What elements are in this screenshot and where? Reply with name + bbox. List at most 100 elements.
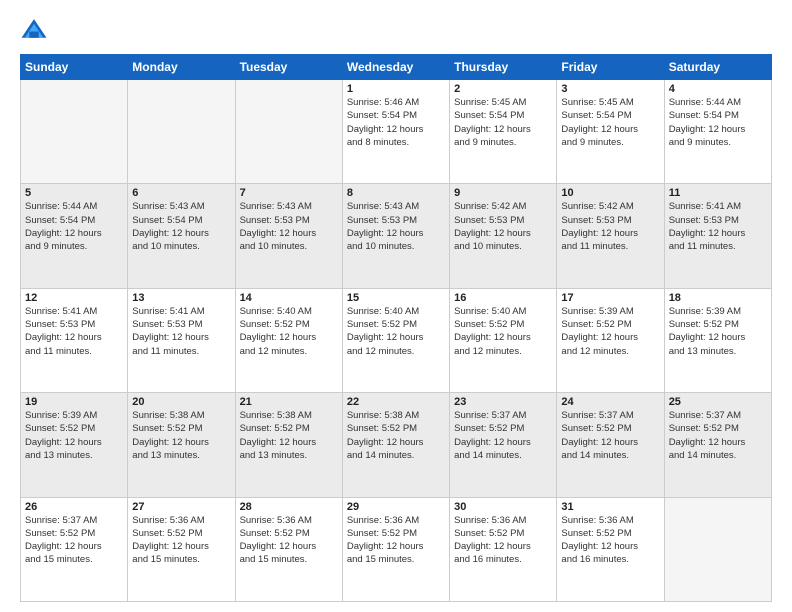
day-cell: 31Sunrise: 5:36 AMSunset: 5:52 PMDayligh… <box>557 497 664 601</box>
day-cell: 21Sunrise: 5:38 AMSunset: 5:52 PMDayligh… <box>235 393 342 497</box>
day-cell: 1Sunrise: 5:46 AMSunset: 5:54 PMDaylight… <box>342 80 449 184</box>
day-cell: 18Sunrise: 5:39 AMSunset: 5:52 PMDayligh… <box>664 288 771 392</box>
day-info: Sunrise: 5:38 AMSunset: 5:52 PMDaylight:… <box>240 409 338 462</box>
day-number: 10 <box>561 187 659 199</box>
day-number: 25 <box>669 396 767 408</box>
day-info: Sunrise: 5:45 AMSunset: 5:54 PMDaylight:… <box>561 96 659 149</box>
day-number: 8 <box>347 187 445 199</box>
day-number: 20 <box>132 396 230 408</box>
day-cell: 24Sunrise: 5:37 AMSunset: 5:52 PMDayligh… <box>557 393 664 497</box>
weekday-header-friday: Friday <box>557 55 664 80</box>
day-cell: 27Sunrise: 5:36 AMSunset: 5:52 PMDayligh… <box>128 497 235 601</box>
day-cell: 12Sunrise: 5:41 AMSunset: 5:53 PMDayligh… <box>21 288 128 392</box>
day-cell: 28Sunrise: 5:36 AMSunset: 5:52 PMDayligh… <box>235 497 342 601</box>
day-cell: 20Sunrise: 5:38 AMSunset: 5:52 PMDayligh… <box>128 393 235 497</box>
day-cell: 8Sunrise: 5:43 AMSunset: 5:53 PMDaylight… <box>342 184 449 288</box>
day-info: Sunrise: 5:36 AMSunset: 5:52 PMDaylight:… <box>347 514 445 567</box>
day-info: Sunrise: 5:42 AMSunset: 5:53 PMDaylight:… <box>454 200 552 253</box>
day-cell: 29Sunrise: 5:36 AMSunset: 5:52 PMDayligh… <box>342 497 449 601</box>
page: SundayMondayTuesdayWednesdayThursdayFrid… <box>0 0 792 612</box>
day-info: Sunrise: 5:41 AMSunset: 5:53 PMDaylight:… <box>25 305 123 358</box>
day-info: Sunrise: 5:36 AMSunset: 5:52 PMDaylight:… <box>132 514 230 567</box>
day-info: Sunrise: 5:38 AMSunset: 5:52 PMDaylight:… <box>132 409 230 462</box>
day-info: Sunrise: 5:37 AMSunset: 5:52 PMDaylight:… <box>454 409 552 462</box>
weekday-header-monday: Monday <box>128 55 235 80</box>
day-number: 24 <box>561 396 659 408</box>
day-info: Sunrise: 5:40 AMSunset: 5:52 PMDaylight:… <box>347 305 445 358</box>
day-cell <box>21 80 128 184</box>
day-number: 28 <box>240 501 338 513</box>
day-cell: 16Sunrise: 5:40 AMSunset: 5:52 PMDayligh… <box>450 288 557 392</box>
weekday-header-tuesday: Tuesday <box>235 55 342 80</box>
day-info: Sunrise: 5:36 AMSunset: 5:52 PMDaylight:… <box>240 514 338 567</box>
day-cell <box>235 80 342 184</box>
day-info: Sunrise: 5:41 AMSunset: 5:53 PMDaylight:… <box>669 200 767 253</box>
day-cell: 9Sunrise: 5:42 AMSunset: 5:53 PMDaylight… <box>450 184 557 288</box>
week-row-1: 1Sunrise: 5:46 AMSunset: 5:54 PMDaylight… <box>21 80 772 184</box>
day-cell: 6Sunrise: 5:43 AMSunset: 5:54 PMDaylight… <box>128 184 235 288</box>
weekday-header-thursday: Thursday <box>450 55 557 80</box>
day-number: 2 <box>454 83 552 95</box>
day-info: Sunrise: 5:42 AMSunset: 5:53 PMDaylight:… <box>561 200 659 253</box>
day-number: 18 <box>669 292 767 304</box>
day-number: 6 <box>132 187 230 199</box>
day-info: Sunrise: 5:44 AMSunset: 5:54 PMDaylight:… <box>25 200 123 253</box>
day-number: 17 <box>561 292 659 304</box>
day-number: 26 <box>25 501 123 513</box>
logo <box>20 16 52 44</box>
day-number: 5 <box>25 187 123 199</box>
day-cell: 2Sunrise: 5:45 AMSunset: 5:54 PMDaylight… <box>450 80 557 184</box>
day-info: Sunrise: 5:39 AMSunset: 5:52 PMDaylight:… <box>25 409 123 462</box>
day-info: Sunrise: 5:43 AMSunset: 5:53 PMDaylight:… <box>347 200 445 253</box>
day-number: 16 <box>454 292 552 304</box>
logo-icon <box>20 16 48 44</box>
weekday-header-saturday: Saturday <box>664 55 771 80</box>
day-info: Sunrise: 5:46 AMSunset: 5:54 PMDaylight:… <box>347 96 445 149</box>
day-number: 29 <box>347 501 445 513</box>
day-info: Sunrise: 5:40 AMSunset: 5:52 PMDaylight:… <box>240 305 338 358</box>
day-number: 14 <box>240 292 338 304</box>
day-number: 31 <box>561 501 659 513</box>
day-number: 19 <box>25 396 123 408</box>
day-info: Sunrise: 5:38 AMSunset: 5:52 PMDaylight:… <box>347 409 445 462</box>
day-info: Sunrise: 5:36 AMSunset: 5:52 PMDaylight:… <box>454 514 552 567</box>
day-number: 11 <box>669 187 767 199</box>
day-cell: 23Sunrise: 5:37 AMSunset: 5:52 PMDayligh… <box>450 393 557 497</box>
calendar: SundayMondayTuesdayWednesdayThursdayFrid… <box>20 54 772 602</box>
day-cell: 5Sunrise: 5:44 AMSunset: 5:54 PMDaylight… <box>21 184 128 288</box>
day-info: Sunrise: 5:37 AMSunset: 5:52 PMDaylight:… <box>561 409 659 462</box>
day-number: 22 <box>347 396 445 408</box>
weekday-header-wednesday: Wednesday <box>342 55 449 80</box>
day-number: 15 <box>347 292 445 304</box>
day-info: Sunrise: 5:36 AMSunset: 5:52 PMDaylight:… <box>561 514 659 567</box>
day-number: 9 <box>454 187 552 199</box>
day-number: 4 <box>669 83 767 95</box>
week-row-2: 5Sunrise: 5:44 AMSunset: 5:54 PMDaylight… <box>21 184 772 288</box>
day-cell: 7Sunrise: 5:43 AMSunset: 5:53 PMDaylight… <box>235 184 342 288</box>
day-cell: 25Sunrise: 5:37 AMSunset: 5:52 PMDayligh… <box>664 393 771 497</box>
day-info: Sunrise: 5:37 AMSunset: 5:52 PMDaylight:… <box>669 409 767 462</box>
day-info: Sunrise: 5:43 AMSunset: 5:53 PMDaylight:… <box>240 200 338 253</box>
day-cell: 26Sunrise: 5:37 AMSunset: 5:52 PMDayligh… <box>21 497 128 601</box>
day-info: Sunrise: 5:40 AMSunset: 5:52 PMDaylight:… <box>454 305 552 358</box>
day-number: 1 <box>347 83 445 95</box>
day-number: 13 <box>132 292 230 304</box>
day-cell: 3Sunrise: 5:45 AMSunset: 5:54 PMDaylight… <box>557 80 664 184</box>
header <box>20 16 772 44</box>
day-cell: 17Sunrise: 5:39 AMSunset: 5:52 PMDayligh… <box>557 288 664 392</box>
day-cell <box>128 80 235 184</box>
day-number: 12 <box>25 292 123 304</box>
day-info: Sunrise: 5:37 AMSunset: 5:52 PMDaylight:… <box>25 514 123 567</box>
day-cell: 4Sunrise: 5:44 AMSunset: 5:54 PMDaylight… <box>664 80 771 184</box>
day-number: 3 <box>561 83 659 95</box>
day-number: 30 <box>454 501 552 513</box>
week-row-3: 12Sunrise: 5:41 AMSunset: 5:53 PMDayligh… <box>21 288 772 392</box>
weekday-header-sunday: Sunday <box>21 55 128 80</box>
day-cell: 19Sunrise: 5:39 AMSunset: 5:52 PMDayligh… <box>21 393 128 497</box>
day-info: Sunrise: 5:41 AMSunset: 5:53 PMDaylight:… <box>132 305 230 358</box>
day-cell: 15Sunrise: 5:40 AMSunset: 5:52 PMDayligh… <box>342 288 449 392</box>
day-cell <box>664 497 771 601</box>
day-info: Sunrise: 5:39 AMSunset: 5:52 PMDaylight:… <box>561 305 659 358</box>
day-info: Sunrise: 5:45 AMSunset: 5:54 PMDaylight:… <box>454 96 552 149</box>
weekday-header-row: SundayMondayTuesdayWednesdayThursdayFrid… <box>21 55 772 80</box>
